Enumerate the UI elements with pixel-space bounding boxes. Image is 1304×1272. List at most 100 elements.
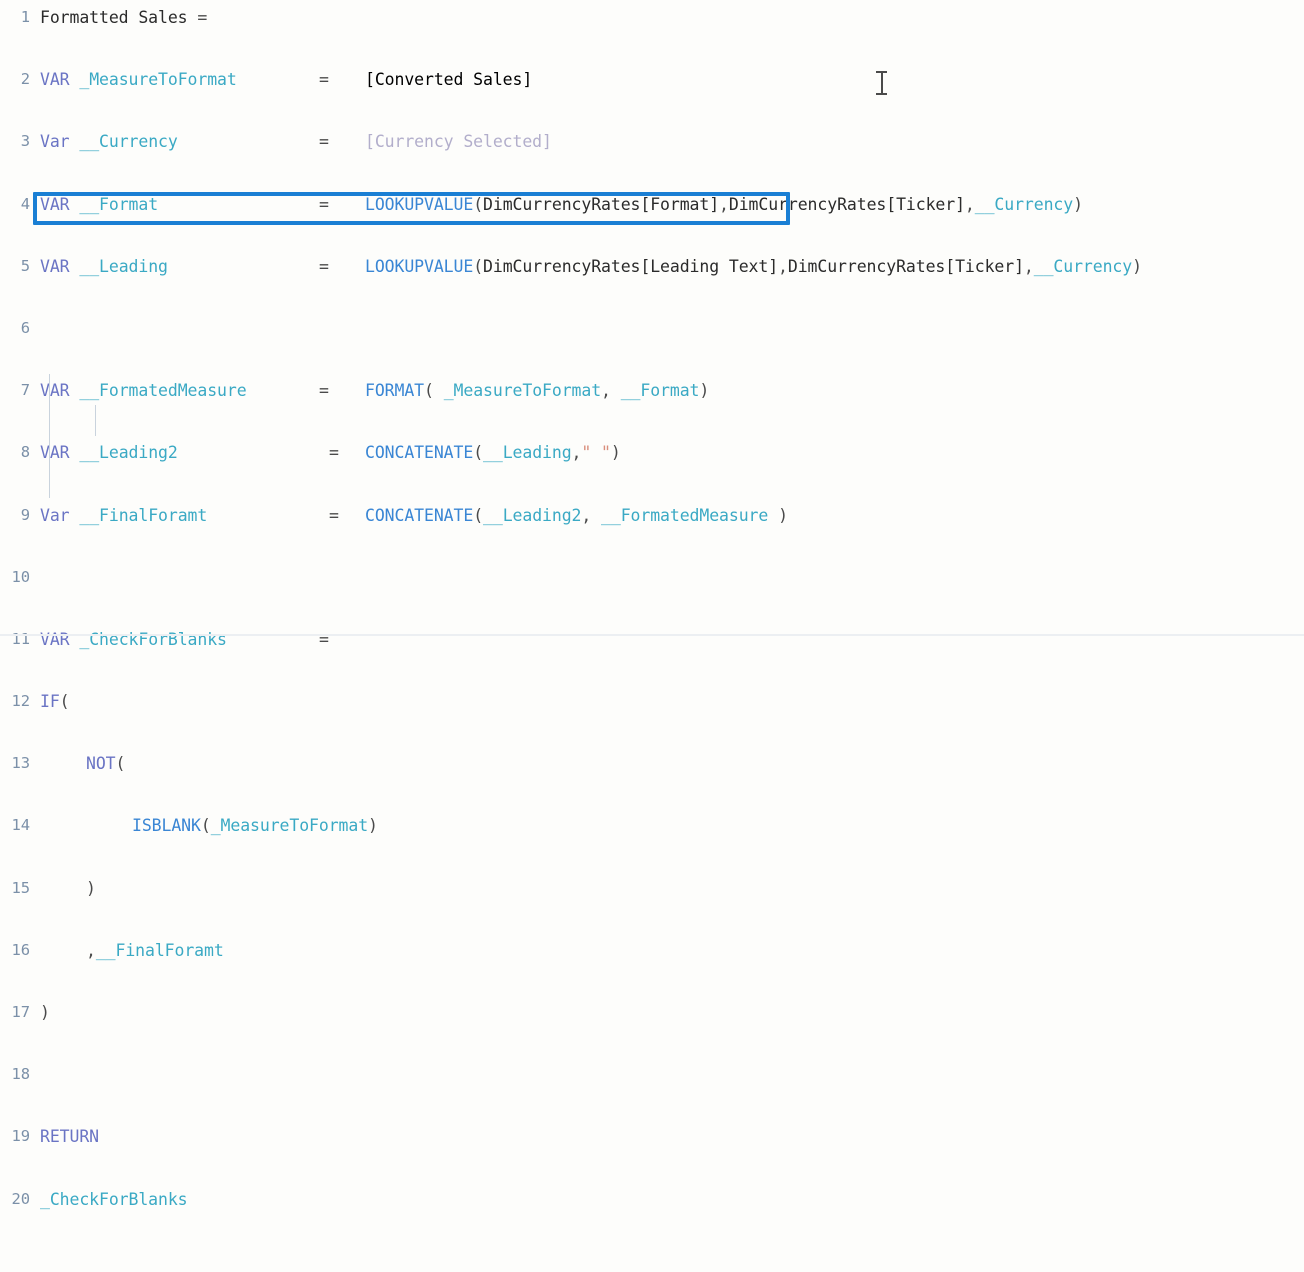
keyword-var-l11: VAR — [40, 629, 70, 649]
variable-ref-l9-a: __Leading2 — [483, 505, 582, 525]
code-line-20[interactable]: 20 _CheckForBlanks — [0, 1184, 1304, 1215]
function-format-l7: FORMAT — [365, 381, 425, 401]
function-concatenate-l8: CONCATENATE — [365, 443, 474, 463]
variable-ref-l5: __Currency — [1033, 256, 1133, 276]
keyword-var-l3: Var — [40, 132, 70, 152]
keyword-var-l8: VAR — [40, 443, 70, 463]
variable-l5: __Leading — [79, 256, 168, 276]
variable-l9: __FinalForamt — [79, 505, 208, 525]
equals-sign-l5: = — [319, 256, 329, 276]
code-line-8[interactable]: 8 VAR __Leading2 = CONCATENATE(__Leading… — [0, 437, 1304, 468]
keyword-var-l4: VAR — [40, 194, 70, 214]
code-line-16[interactable]: 16 ,__FinalForamt — [0, 935, 1304, 966]
equals-sign-l9: = — [329, 505, 339, 525]
column-ref-l5-a: DimCurrencyRates[Leading Text] — [483, 256, 779, 276]
line-number-3: 3 — [20, 132, 30, 151]
line-number-17: 17 — [11, 1003, 31, 1021]
code-line-11[interactable]: 11 VAR _CheckForBlanks = — [0, 624, 1304, 655]
code-line-19[interactable]: 19 RETURN — [0, 1121, 1304, 1152]
equals-sign-l7: = — [319, 381, 329, 401]
code-line-8-content: VAR __Leading2 — [40, 437, 178, 468]
column-ref-l4-b: DimCurrencyRates[Ticker] — [728, 194, 965, 214]
dax-code-editor[interactable]: 1 Formatted Sales = 2 VAR _MeasureToForm… — [0, 0, 1304, 1209]
string-literal-l8: " " — [581, 443, 611, 463]
expression-l4: LOOKUPVALUE(DimCurrencyRates[Format],Dim… — [365, 194, 1083, 214]
line-number-16: 16 — [11, 940, 31, 959]
variable-l3: __Currency — [79, 132, 178, 152]
code-line-16-content: ,__FinalForamt — [86, 935, 224, 966]
line-number-18: 18 — [11, 1065, 31, 1084]
variable-ref-l9-b: __FormatedMeasure — [601, 505, 769, 525]
variable-ref-l20: _CheckForBlanks — [40, 1189, 188, 1209]
text-cursor-icon — [876, 70, 887, 96]
code-line-18[interactable]: 18 — [0, 1059, 1304, 1090]
keyword-var-l7: VAR — [40, 381, 70, 401]
keyword-if-l12: IF — [40, 692, 60, 712]
paren-l13: ( — [115, 754, 126, 774]
code-line-7[interactable]: 7 VAR __FormatedMeasure = FORMAT( _Measu… — [0, 375, 1304, 406]
function-lookupvalue-l5: LOOKUPVALUE — [365, 256, 474, 276]
code-line-10[interactable]: 10 — [0, 562, 1304, 593]
line-number-13: 13 — [11, 754, 31, 773]
code-line-13-content: NOT( — [86, 748, 125, 779]
code-line-12[interactable]: 12 IF( — [0, 686, 1304, 717]
code-line-13[interactable]: 13 NOT( — [0, 748, 1304, 779]
code-line-4[interactable]: 4 VAR __Format = LOOKUPVALUE(DimCurrency… — [0, 189, 1304, 220]
variable-ref-l14: _MeasureToFormat — [210, 816, 369, 836]
code-line-3[interactable]: 3 Var __Currency = [Currency Selected] — [0, 126, 1304, 157]
code-line-9[interactable]: 9 Var __FinalForamt = CONCATENATE(__Lead… — [0, 500, 1304, 531]
equals-token — [188, 8, 198, 27]
equals-sign-l4: = — [319, 194, 329, 214]
line-number-6: 6 — [20, 318, 30, 337]
line-number-11: 11 — [11, 629, 31, 648]
code-line-3-content: Var __Currency — [40, 126, 178, 157]
variable-l4: __Format — [79, 194, 159, 214]
keyword-return-l19: RETURN — [40, 1127, 100, 1147]
code-line-9-content: Var __FinalForamt — [40, 500, 207, 531]
line-number-19: 19 — [11, 1127, 31, 1146]
equals-sign-l8: = — [329, 443, 339, 463]
comma-l16: , — [86, 940, 96, 960]
line-number-2: 2 — [20, 70, 30, 89]
column-ref-l4-a: DimCurrencyRates[Format] — [483, 194, 720, 214]
column-ref-l5-b: DimCurrencyRates[Ticker] — [787, 256, 1024, 276]
code-line-12-content: IF( — [40, 686, 70, 717]
paren-l17: ) — [40, 1003, 50, 1022]
variable-l7: __FormatedMeasure — [79, 381, 247, 401]
keyword-not-l13: NOT — [86, 754, 116, 774]
code-line-2[interactable]: 2 VAR _MeasureToFormat = [Converted Sale… — [0, 64, 1304, 95]
variable-l8: __Leading2 — [79, 443, 178, 463]
paren-l15: ) — [86, 878, 96, 898]
code-line-17[interactable]: 17 ) — [0, 997, 1304, 1028]
code-line-7-content: VAR __FormatedMeasure — [40, 375, 247, 406]
code-line-1[interactable]: 1 Formatted Sales = — [0, 2, 1304, 33]
function-concatenate-l9: CONCATENATE — [365, 505, 474, 525]
function-lookupvalue-l4: LOOKUPVALUE — [365, 194, 474, 214]
variable-ref-l8: __Leading — [483, 443, 572, 463]
equals-sign-l1: = — [197, 8, 208, 27]
line-number-1: 1 — [20, 8, 30, 26]
line-number-15: 15 — [11, 878, 31, 897]
line-number-20: 20 — [11, 1189, 31, 1208]
paren-l12: ( — [59, 692, 70, 712]
line-number-10: 10 — [11, 567, 31, 586]
line-number-9: 9 — [20, 505, 30, 524]
code-line-4-content: VAR __Format — [40, 189, 158, 220]
variable-l11: _CheckForBlanks — [79, 629, 227, 649]
equals-sign-l2: = — [319, 70, 329, 90]
code-line-6[interactable]: 6 — [0, 313, 1304, 344]
code-line-5[interactable]: 5 VAR __Leading = LOOKUPVALUE(DimCurrenc… — [0, 251, 1304, 282]
line-number-4: 4 — [20, 194, 30, 213]
equals-sign-l3: = — [319, 132, 329, 152]
code-line-15[interactable]: 15 ) — [0, 873, 1304, 904]
equals-sign-l11: = — [319, 629, 329, 649]
code-line-14-content: ISBLANK(_MeasureToFormat) — [132, 816, 378, 836]
variable-l2: _MeasureToFormat — [79, 70, 237, 90]
variable-ref-l4: __Currency — [974, 194, 1074, 214]
keyword-var-l2: VAR — [40, 70, 70, 90]
function-isblank-l14: ISBLANK — [132, 816, 201, 836]
line-number-5: 5 — [20, 256, 30, 275]
code-line-11-content: VAR _CheckForBlanks — [40, 624, 227, 655]
expression-l5: LOOKUPVALUE(DimCurrencyRates[Leading Tex… — [365, 256, 1142, 276]
code-line-14[interactable]: 14 ISBLANK(_MeasureToFormat) — [0, 810, 1304, 841]
